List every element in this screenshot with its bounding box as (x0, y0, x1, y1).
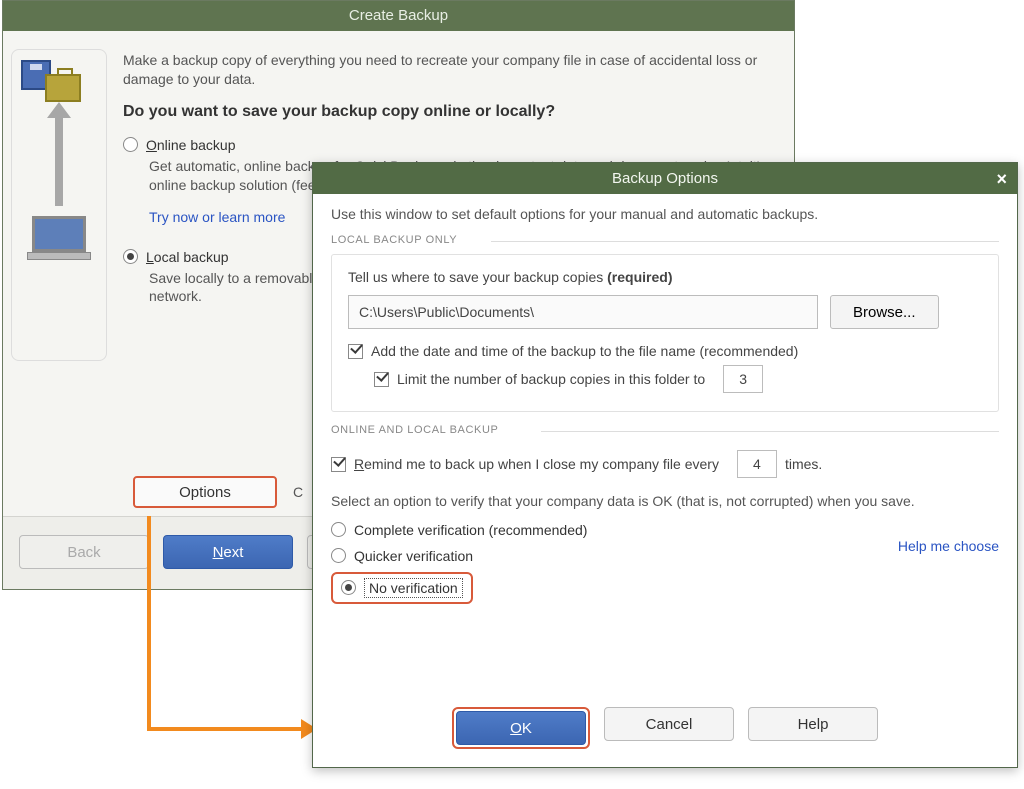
verify-none-label: No verification (364, 578, 463, 598)
options-button[interactable]: Options (133, 476, 277, 508)
limit-copies-value[interactable]: 3 (723, 365, 763, 393)
ok-button-highlight: OK (452, 707, 590, 749)
verify-complete-option[interactable]: Complete verification (recommended) (331, 522, 999, 538)
backup-options-title: Backup Options × (313, 163, 1017, 194)
remind-tail: times. (785, 456, 822, 472)
remind-checkbox[interactable]: Remind me to back up when I close my com… (331, 450, 999, 478)
back-button: Back (19, 535, 149, 569)
local-backup-label: Local backup (146, 249, 229, 265)
backup-path-input[interactable] (348, 295, 818, 329)
checkbox-icon (348, 344, 363, 359)
radio-icon (123, 137, 138, 152)
wizard-question: Do you want to save your backup copy onl… (123, 103, 780, 121)
add-date-label: Add the date and time of the backup to t… (371, 343, 798, 359)
annotation-line (147, 727, 303, 731)
try-now-link[interactable]: Try now or learn more (149, 209, 285, 225)
radio-icon (341, 580, 356, 595)
laptop-icon (27, 216, 91, 260)
create-backup-title: Create Backup (3, 1, 794, 31)
checkbox-icon (331, 457, 346, 472)
online-backup-label: Online backup (146, 137, 236, 153)
remind-label: Remind me to back up when I close my com… (354, 456, 719, 472)
online-backup-option[interactable]: Online backup (123, 137, 780, 153)
next-button[interactable]: Next (163, 535, 293, 569)
arrow-up-icon (55, 116, 63, 206)
verify-instructions: Select an option to verify that your com… (331, 492, 999, 512)
verify-none-option[interactable]: No verification (331, 572, 473, 604)
remind-value[interactable]: 4 (737, 450, 777, 478)
cancel-button[interactable]: Cancel (604, 707, 734, 741)
section-local-label: LOCAL BACKUP ONLY (331, 234, 999, 246)
where-prompt: Tell us where to save your backup copies… (348, 269, 982, 285)
checkbox-icon (374, 372, 389, 387)
ok-button[interactable]: OK (456, 711, 586, 745)
help-me-choose-link[interactable]: Help me choose (898, 538, 999, 554)
dialog-button-row: OK Cancel Help (313, 691, 1017, 767)
briefcase-icon (45, 74, 81, 102)
local-backup-group: Tell us where to save your backup copies… (331, 254, 999, 412)
annotation-line (147, 516, 151, 729)
close-icon[interactable]: × (996, 169, 1007, 190)
limit-copies-checkbox[interactable]: Limit the number of backup copies in thi… (374, 365, 982, 393)
limit-copies-label: Limit the number of backup copies in thi… (397, 371, 705, 387)
wizard-graphic-panel (3, 31, 115, 516)
backup-options-dialog: Backup Options × Use this window to set … (312, 162, 1018, 768)
radio-icon (123, 249, 138, 264)
add-date-checkbox[interactable]: Add the date and time of the backup to t… (348, 343, 982, 359)
radio-icon (331, 522, 346, 537)
browse-button[interactable]: Browse... (830, 295, 939, 329)
section-online-local-label: ONLINE AND LOCAL BACKUP (331, 424, 999, 436)
verify-complete-label: Complete verification (recommended) (354, 522, 587, 538)
verify-quicker-label: Quicker verification (354, 548, 473, 564)
options-side-text: C (293, 484, 303, 500)
radio-icon (331, 548, 346, 563)
help-button[interactable]: Help (748, 707, 878, 741)
wizard-intro-text: Make a backup copy of everything you nee… (123, 51, 780, 89)
dialog-intro: Use this window to set default options f… (331, 206, 999, 222)
